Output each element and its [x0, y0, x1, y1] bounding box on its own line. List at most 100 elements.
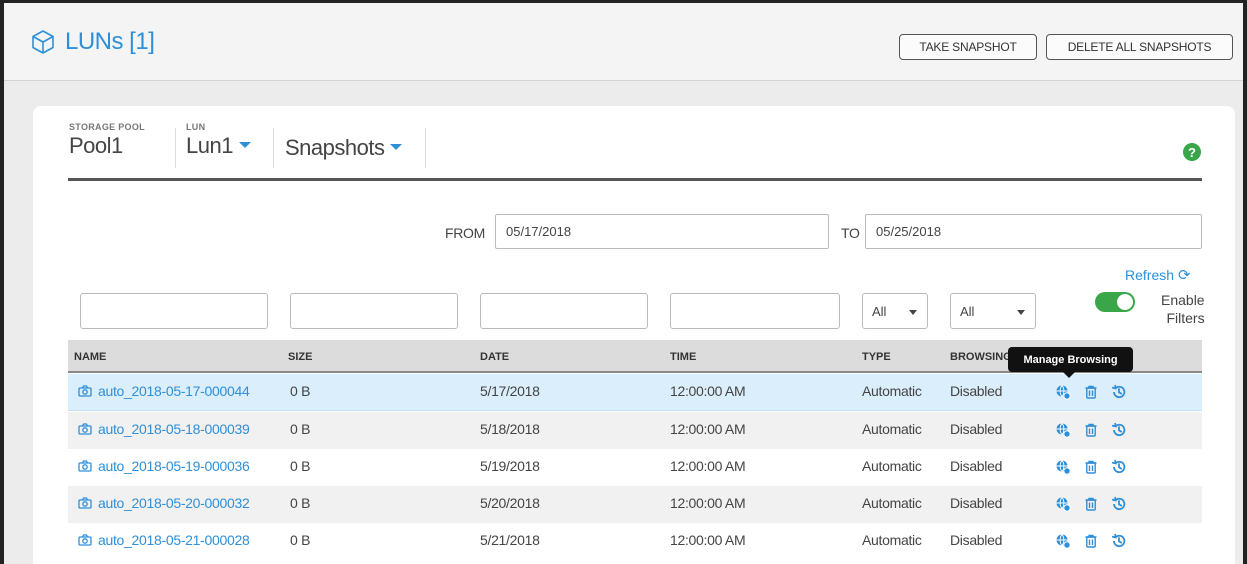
manage-browsing-icon[interactable]	[1055, 533, 1071, 549]
view-value: Snapshots	[285, 135, 385, 160]
snapshot-name-link[interactable]: auto_2018-05-18-000039	[78, 421, 250, 437]
snapshot-name-link[interactable]: auto_2018-05-19-000036	[78, 458, 250, 474]
table-row[interactable]: auto_2018-05-20-000032 0 B 5/20/2018 12:…	[68, 486, 1202, 523]
table-row[interactable]: auto_2018-05-19-000036 0 B 5/19/2018 12:…	[68, 449, 1202, 486]
chevron-down-icon	[909, 310, 917, 315]
view-selector[interactable]: Snapshots	[285, 134, 403, 161]
date-filter-input[interactable]	[480, 293, 648, 329]
divider	[175, 128, 176, 168]
time-filter-input[interactable]	[670, 293, 840, 329]
snapshot-type: Automatic	[862, 383, 922, 399]
app-frame: LUNs [1] TAKE SNAPSHOT DELETE ALL SNAPSH…	[0, 0, 1247, 564]
lun-label: LUN	[186, 122, 206, 132]
restore-icon[interactable]	[1111, 533, 1127, 549]
column-header-type[interactable]: TYPE	[862, 351, 891, 363]
snapshot-browsing: Disabled	[950, 495, 1003, 511]
toggle-knob	[1117, 294, 1133, 310]
from-label: FROM	[445, 225, 486, 241]
browsing-filter-value: All	[960, 303, 975, 319]
column-header-time[interactable]: TIME	[670, 351, 696, 363]
snapshot-date: 5/17/2018	[480, 383, 540, 399]
snapshot-type: Automatic	[862, 495, 922, 511]
chevron-down-icon	[1017, 310, 1025, 315]
manage-browsing-tooltip: Manage Browsing	[1008, 347, 1133, 378]
snapshot-type: Automatic	[862, 532, 922, 548]
snapshot-type: Automatic	[862, 458, 922, 474]
snapshot-time: 12:00:00 AM	[670, 421, 746, 437]
divider	[425, 128, 426, 168]
name-filter-input[interactable]	[80, 293, 268, 329]
trash-icon[interactable]	[1083, 496, 1099, 512]
restore-icon[interactable]	[1111, 496, 1127, 512]
camera-icon	[78, 460, 92, 472]
row-actions	[1055, 533, 1127, 549]
row-actions	[1055, 384, 1127, 400]
camera-icon	[78, 423, 92, 435]
snapshot-size: 0 B	[290, 383, 311, 399]
table-row[interactable]: auto_2018-05-21-000028 0 B 5/21/2018 12:…	[68, 523, 1202, 560]
snapshot-name: auto_2018-05-19-000036	[98, 458, 250, 474]
row-actions	[1055, 496, 1127, 512]
trash-icon[interactable]	[1083, 384, 1099, 400]
storage-pool-value: Pool1	[69, 133, 123, 158]
snapshot-time: 12:00:00 AM	[670, 532, 746, 548]
camera-icon	[78, 385, 92, 397]
snapshot-time: 12:00:00 AM	[670, 495, 746, 511]
cube-icon	[32, 30, 54, 54]
divider	[273, 128, 274, 168]
chevron-down-icon	[238, 142, 251, 149]
snapshot-name-link[interactable]: auto_2018-05-21-000028	[78, 532, 250, 548]
trash-icon[interactable]	[1083, 422, 1099, 438]
enable-filters-toggle[interactable]	[1095, 292, 1135, 312]
restore-icon[interactable]	[1111, 459, 1127, 475]
storage-pool-label: STORAGE POOL	[69, 122, 145, 132]
take-snapshot-button[interactable]: TAKE SNAPSHOT	[899, 34, 1037, 60]
page-header: LUNs [1] TAKE SNAPSHOT DELETE ALL SNAPSH…	[4, 3, 1243, 81]
snapshot-name: auto_2018-05-18-000039	[98, 421, 250, 437]
row-actions	[1055, 459, 1127, 475]
lun-selector[interactable]: LUN Lun1	[186, 122, 251, 159]
delete-all-snapshots-button[interactable]: DELETE ALL SNAPSHOTS	[1046, 34, 1233, 60]
manage-browsing-icon[interactable]	[1055, 459, 1071, 475]
chevron-down-icon	[390, 144, 403, 151]
restore-icon[interactable]	[1111, 422, 1127, 438]
column-header-size[interactable]: SIZE	[288, 351, 312, 363]
snapshot-date: 5/21/2018	[480, 532, 540, 548]
snapshot-browsing: Disabled	[950, 532, 1003, 548]
snapshot-name-link[interactable]: auto_2018-05-20-000032	[78, 495, 250, 511]
storage-pool-selector: STORAGE POOL Pool1	[69, 122, 145, 159]
snapshot-browsing: Disabled	[950, 421, 1003, 437]
snapshots-card: STORAGE POOL Pool1 LUN Lun1 Snapshots ? …	[33, 106, 1235, 564]
snapshot-browsing: Disabled	[950, 458, 1003, 474]
refresh-button[interactable]: Refresh ⟳	[1125, 266, 1191, 284]
restore-icon[interactable]	[1111, 384, 1127, 400]
browsing-filter-select[interactable]: All	[950, 293, 1036, 329]
snapshot-name: auto_2018-05-21-000028	[98, 532, 250, 548]
trash-icon[interactable]	[1083, 533, 1099, 549]
column-header-date[interactable]: DATE	[480, 351, 509, 363]
size-filter-input[interactable]	[290, 293, 458, 329]
snapshot-name-link[interactable]: auto_2018-05-17-000044	[78, 383, 250, 399]
table-row[interactable]: auto_2018-05-17-000044 0 B 5/17/2018 12:…	[68, 374, 1202, 411]
lun-value: Lun1	[186, 133, 233, 158]
table-row[interactable]: auto_2018-05-18-000039 0 B 5/18/2018 12:…	[68, 412, 1202, 449]
snapshot-time: 12:00:00 AM	[670, 383, 746, 399]
column-header-name[interactable]: NAME	[74, 351, 106, 363]
manage-browsing-icon[interactable]	[1055, 384, 1071, 400]
manage-browsing-icon[interactable]	[1055, 422, 1071, 438]
snapshot-size: 0 B	[290, 495, 311, 511]
camera-icon	[78, 534, 92, 546]
manage-browsing-icon[interactable]	[1055, 496, 1071, 512]
type-filter-value: All	[872, 303, 887, 319]
snapshot-time: 12:00:00 AM	[670, 458, 746, 474]
to-label: TO	[841, 225, 860, 241]
trash-icon[interactable]	[1083, 459, 1099, 475]
snapshot-date: 5/20/2018	[480, 495, 540, 511]
help-icon[interactable]: ?	[1183, 143, 1201, 161]
type-filter-select[interactable]: All	[862, 293, 928, 329]
snapshot-size: 0 B	[290, 532, 311, 548]
column-header-browsing[interactable]: BROWSING	[950, 351, 1012, 363]
snapshot-name: auto_2018-05-17-000044	[98, 383, 250, 399]
from-date-input[interactable]: 05/17/2018	[495, 214, 829, 249]
to-date-input[interactable]: 05/25/2018	[865, 214, 1202, 249]
